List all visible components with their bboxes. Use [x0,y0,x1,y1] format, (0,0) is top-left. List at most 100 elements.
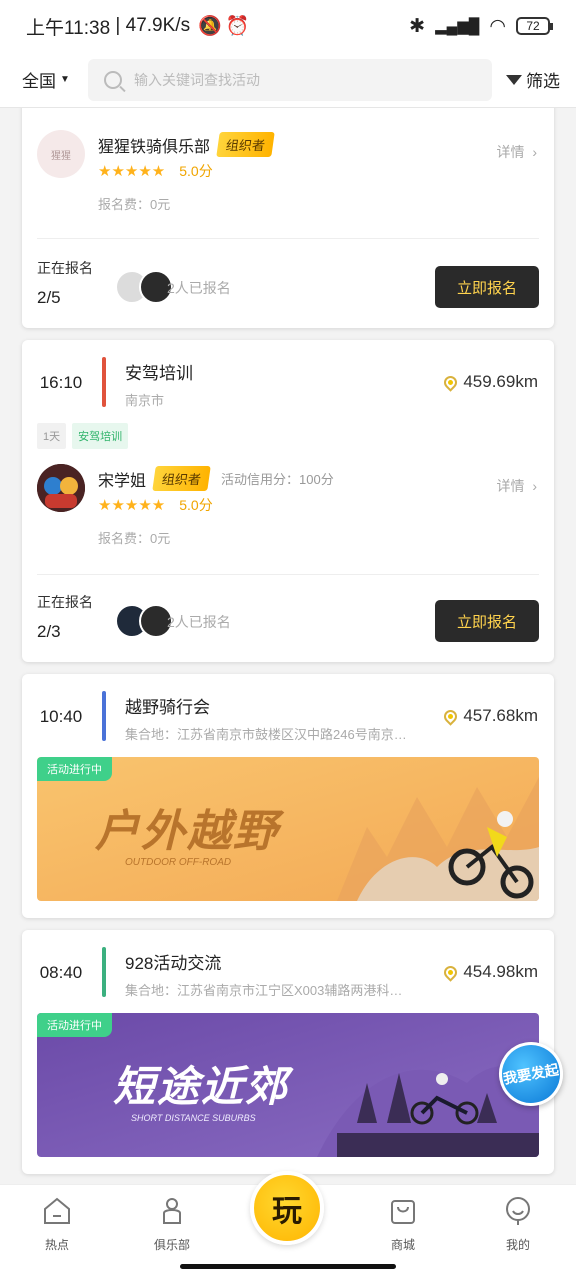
detail-link[interactable]: 详情 › [497,142,537,162]
signup-status: 正在报名 [37,594,93,610]
signup-status: 正在报名 [37,260,93,276]
activity-location: 集合地：江苏省南京市江宁区X003辅路两港科… [125,983,403,998]
search-input[interactable]: 输入关键词查找活动 [88,58,492,101]
activity-banner[interactable]: 活动进行中 短途近郊 SHORT DISTANCE SUBURBS [37,1013,539,1157]
signup-button[interactable]: 立即报名 [435,600,539,642]
club-logo-icon: 猩猩 [51,150,71,162]
signup-count: 2/3 [37,622,61,641]
joined-count: 2人已报名 [167,280,231,296]
location-pin-icon [441,706,461,726]
rating-stars: ★★★★★ 5.0分 [98,495,213,515]
location-pin-icon [441,372,461,392]
accent-bar [102,691,106,741]
shopping-bag-icon [391,1200,415,1224]
distance: 457.68km [441,706,538,726]
filter-icon [506,74,522,85]
divider [37,238,539,239]
detail-label: 详情 [496,478,525,494]
activity-card[interactable]: 16:10 安驾培训 南京市 459.69km 1天 安驾培训 宋学姐 组织者 … [22,340,554,662]
caret-down-icon: ▼ [60,74,70,85]
activity-card[interactable]: 10:40 越野骑行会 集合地：江苏省南京市鼓楼区汉中路246号南京… 457.… [22,674,554,918]
tab-club[interactable]: 俱乐部 [132,1195,212,1253]
accent-bar [102,357,106,407]
tab-mine[interactable]: 我的 [478,1195,558,1253]
detail-link[interactable]: 详情 › [497,476,537,496]
fee-text: 报名费：0元 [98,197,171,212]
organizer-name: 猩猩铁骑俱乐部 [98,138,211,156]
organizer-badge: 组织者 [152,466,211,491]
bluetooth-icon: ✱ [409,15,426,37]
chevron-right-icon: › [528,478,537,494]
activity-header: 10:40 越野骑行会 集合地：江苏省南京市鼓楼区汉中路246号南京… 457.… [22,674,554,754]
tag: 1天 [37,423,67,449]
search-icon [104,70,122,89]
home-icon [44,1197,70,1224]
status-badge: 活动进行中 [37,757,112,781]
location-pin-icon [441,962,461,982]
activity-title: 928活动交流 [125,954,222,973]
status-time: 上午11:38 [26,17,111,39]
activity-card[interactable]: 08:40 928活动交流 集合地：江苏省南京市江宁区X003辅路两港科… 45… [22,930,554,1174]
svg-text:猩猩: 猩猩 [51,150,71,162]
alarm-icon: ⏰ [225,16,250,37]
rating-score: 5.0分 [179,497,213,513]
wifi-icon: ◠ [489,15,506,37]
club-icon [163,1198,181,1224]
banner-caption: SHORT DISTANCE SUBURBS [131,1113,256,1123]
chevron-right-icon: › [528,144,537,160]
region-selector[interactable]: 全国 ▼ [22,67,88,92]
tab-hot[interactable]: 热点 [17,1195,97,1253]
distance-value: 454.98km [463,962,538,981]
status-badge: 活动进行中 [37,1013,112,1037]
organizer-badge: 组织者 [216,132,275,157]
activity-header: 16:10 安驾培训 南京市 459.69km [22,340,554,420]
search-placeholder: 输入关键词查找活动 [134,71,260,88]
participant-avatars [115,270,173,304]
filter-button[interactable]: 筛选 [506,67,560,92]
banner-headline: 户外越野 [95,807,279,856]
profile-icon [506,1197,530,1225]
top-bar: 全国 ▼ 输入关键词查找活动 筛选 [0,52,576,108]
tab-label: 我的 [505,1238,530,1252]
detail-label: 详情 [496,144,525,160]
signup-button[interactable]: 立即报名 [435,266,539,308]
signup-count: 2/5 [37,288,61,307]
organizer-row[interactable]: 猩猩 猩猩铁骑俱乐部 组织者 ★★★★★ 5.0分 报名费：0元 详情 › [37,130,539,220]
avatar-image [37,464,85,512]
tab-mall[interactable]: 商城 [363,1195,443,1253]
activity-feed[interactable]: 猩猩 猩猩铁骑俱乐部 组织者 ★★★★★ 5.0分 报名费：0元 详情 › 正在… [0,108,576,1184]
activity-banner[interactable]: 活动进行中 户外越野 OUTDOOR OFF-ROAD [37,757,539,901]
activity-title: 安驾培训 [125,364,193,383]
activity-card[interactable]: 猩猩 猩猩铁骑俱乐部 组织者 ★★★★★ 5.0分 报名费：0元 详情 › 正在… [22,108,554,328]
filter-label: 筛选 [526,72,560,91]
tab-label: 热点 [44,1238,69,1252]
tag: 安驾培训 [72,423,129,449]
network-speed: 47.9K/s [125,15,191,36]
activity-location: 集合地：江苏省南京市鼓楼区汉中路246号南京… [125,727,407,742]
region-label: 全国 [22,72,56,91]
fee-text: 报名费：0元 [98,531,171,546]
avatar[interactable] [37,464,85,512]
activity-time: 10:40 [39,707,83,726]
rating-stars: ★★★★★ 5.0分 [98,161,213,181]
avatar[interactable]: 猩猩 [37,130,85,178]
play-button[interactable]: 玩 [250,1171,324,1245]
banner-caption: OUTDOOR OFF-ROAD [125,857,232,868]
distance-value: 459.69km [463,372,538,391]
activity-time: 08:40 [39,963,83,982]
organizer-row[interactable]: 宋学姐 组织者 活动信用分：100分 ★★★★★ 5.0分 报名费：0元 详情 … [37,464,539,554]
participant-avatars [115,604,173,638]
activity-header: 08:40 928活动交流 集合地：江苏省南京市江宁区X003辅路两港科… 45… [22,930,554,1010]
home-indicator [180,1264,396,1269]
signup-row: 正在报名 2/3 2人已报名 立即报名 [37,592,539,652]
battery-icon: 72 [516,17,553,35]
signup-row: 正在报名 2/5 2人已报名 立即报名 [37,258,539,318]
credit-score: 活动信用分：100分 [221,472,334,487]
distance: 454.98km [441,962,538,982]
mute-icon: 🔕 [198,16,222,37]
distance-value: 457.68km [463,706,538,725]
star-icon: ★★★★★ [98,163,166,180]
joined-count: 2人已报名 [167,614,231,630]
rating-score: 5.0分 [179,163,213,179]
star-icon: ★★★★★ [98,497,166,514]
